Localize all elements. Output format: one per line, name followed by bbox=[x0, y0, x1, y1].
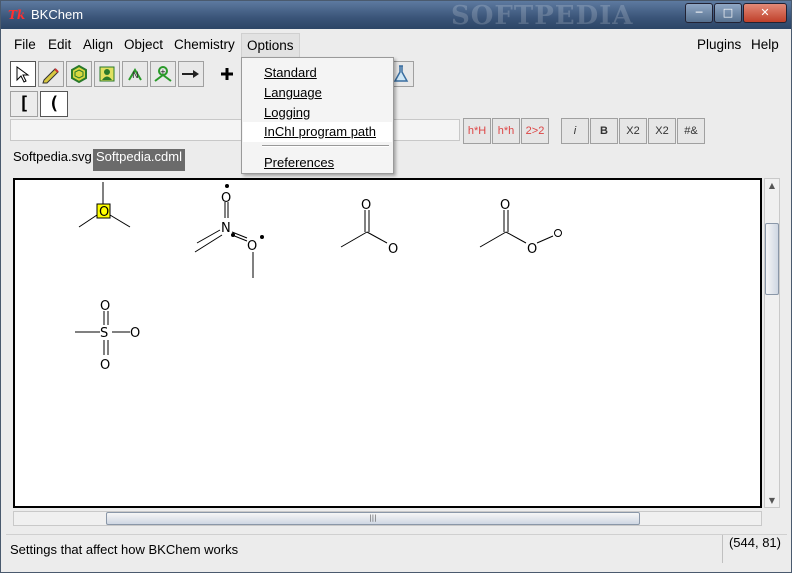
superscript-button[interactable]: X2 bbox=[648, 118, 676, 144]
menu-separator bbox=[262, 145, 389, 147]
edit-mode-button[interactable] bbox=[10, 61, 36, 87]
format-button-2[interactable]: h*h bbox=[492, 118, 520, 144]
scroll-down-icon[interactable]: ▼ bbox=[765, 496, 779, 505]
atom-label: O bbox=[99, 205, 109, 220]
vector-mode-button[interactable]: + bbox=[150, 61, 176, 87]
bond bbox=[78, 214, 98, 228]
atom-symbol-icon: N bbox=[128, 68, 142, 81]
radical-dot bbox=[260, 235, 264, 239]
drawing-canvas[interactable]: O O N O O O O O O S O O bbox=[13, 178, 762, 508]
format-button-3[interactable]: 2>2 bbox=[521, 118, 549, 144]
atom-label: O bbox=[100, 358, 110, 373]
special-char-button[interactable]: #& bbox=[677, 118, 705, 144]
draw-mode-button[interactable] bbox=[38, 61, 64, 87]
square-bracket-button[interactable]: [ ] bbox=[10, 91, 38, 138]
radical-dot bbox=[231, 233, 235, 237]
menu-option-language[interactable]: Language bbox=[264, 85, 322, 100]
close-button[interactable]: ✕ bbox=[743, 3, 787, 23]
atom-label: O bbox=[221, 191, 231, 206]
options-dropdown-menu: Standard Language Logging InChI program … bbox=[241, 57, 394, 174]
italic-button[interactable]: i bbox=[561, 118, 589, 144]
window-controls: ─ □ ✕ bbox=[684, 3, 787, 23]
atom-label: S bbox=[100, 326, 108, 341]
atom-label: O bbox=[130, 326, 140, 341]
menu-plugins[interactable]: Plugins bbox=[697, 37, 741, 52]
user-template-icon bbox=[99, 66, 115, 82]
plus-mode-button[interactable] bbox=[214, 61, 240, 87]
radical-dot bbox=[225, 184, 229, 188]
arrow-right-icon bbox=[182, 70, 199, 78]
app-window: Tk BKChem SOFTPEDIA ─ □ ✕ File Edit Alig… bbox=[0, 0, 792, 573]
flask-icon bbox=[393, 65, 409, 82]
atom-mode-button[interactable]: N bbox=[122, 61, 148, 87]
format-button-1[interactable]: h*H bbox=[463, 118, 491, 144]
atom-label: O bbox=[100, 299, 110, 314]
menu-help[interactable]: Help bbox=[751, 37, 779, 52]
menu-align[interactable]: Align bbox=[83, 37, 113, 52]
vertical-scroll-thumb[interactable] bbox=[765, 223, 779, 295]
horizontal-scroll-thumb[interactable]: ||| bbox=[106, 512, 640, 525]
menu-file[interactable]: File bbox=[14, 37, 36, 52]
title-bar[interactable]: Tk BKChem SOFTPEDIA ─ □ ✕ bbox=[1, 1, 791, 31]
menu-option-preferences[interactable]: Preferences bbox=[264, 155, 334, 170]
plus-icon bbox=[221, 68, 233, 80]
svg-text:+: + bbox=[160, 68, 166, 76]
template-icon bbox=[71, 64, 87, 84]
tab-softpedia-cdml[interactable]: Softpedia.cdml bbox=[93, 149, 185, 171]
bond bbox=[109, 214, 131, 228]
cursor-coordinates: (544, 81) bbox=[721, 535, 787, 563]
window-title: BKChem bbox=[31, 7, 84, 22]
atom-label: O bbox=[361, 198, 371, 213]
status-message: Settings that affect how BKChem works bbox=[10, 542, 239, 557]
vector-icon: + bbox=[154, 66, 172, 82]
molecule-drawing: O O N O O O O O O S O O bbox=[75, 182, 562, 373]
menu-option-inchi-path[interactable]: InChI program path bbox=[243, 122, 392, 142]
status-bar: Settings that affect how BKChem works (5… bbox=[6, 534, 787, 565]
atom-label: O bbox=[247, 239, 257, 254]
vertical-scrollbar[interactable]: ▲ ▼ bbox=[764, 178, 780, 508]
menu-option-logging[interactable]: Logging bbox=[264, 105, 310, 120]
tab-softpedia-svg[interactable]: Softpedia.svg bbox=[10, 149, 95, 171]
tk-app-icon: Tk bbox=[8, 8, 26, 22]
horizontal-scrollbar[interactable]: ||| bbox=[13, 511, 762, 526]
arrow-icon bbox=[16, 66, 30, 83]
arrow-mode-button[interactable] bbox=[178, 61, 204, 87]
atom-label: O bbox=[500, 198, 510, 213]
watermark: SOFTPEDIA bbox=[451, 1, 634, 31]
bold-button[interactable]: B bbox=[590, 118, 618, 144]
menu-chemistry[interactable]: Chemistry bbox=[174, 37, 235, 52]
menu-bar: File Edit Align Object Chemistry Options… bbox=[6, 33, 788, 58]
atom-label: N bbox=[221, 221, 231, 236]
atom-label: O bbox=[527, 242, 537, 257]
pencil-icon bbox=[42, 68, 59, 84]
svg-text:N: N bbox=[132, 71, 139, 81]
subscript-button[interactable]: X2 bbox=[619, 118, 647, 144]
template-mode-button[interactable] bbox=[66, 61, 92, 87]
menu-edit[interactable]: Edit bbox=[48, 37, 71, 52]
menu-object[interactable]: Object bbox=[124, 37, 163, 52]
user-template-mode-button[interactable] bbox=[94, 61, 120, 87]
atom-label: O bbox=[388, 242, 398, 257]
scroll-up-icon[interactable]: ▲ bbox=[765, 181, 779, 190]
menu-option-standard[interactable]: Standard bbox=[264, 65, 317, 80]
maximize-button[interactable]: □ bbox=[714, 3, 742, 23]
minimize-button[interactable]: ─ bbox=[685, 3, 713, 23]
round-bracket-button[interactable]: ( ) bbox=[40, 91, 68, 138]
menu-options[interactable]: Options bbox=[241, 33, 300, 58]
